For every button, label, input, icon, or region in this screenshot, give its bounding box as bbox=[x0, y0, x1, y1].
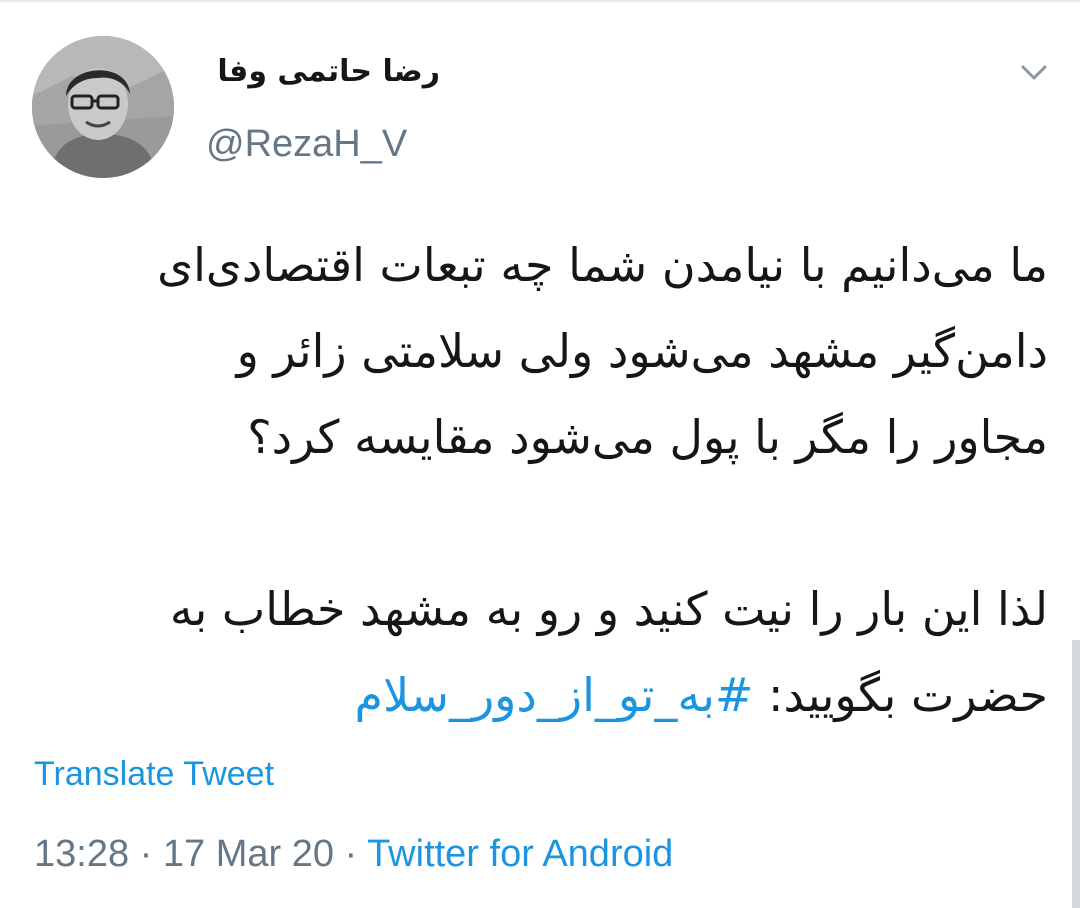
author-display-name[interactable]: رضا حاتمی وفا bbox=[200, 52, 440, 92]
hashtag-link[interactable]: #به_تو_از_دور_سلام bbox=[354, 668, 753, 722]
meta-separator: · bbox=[344, 833, 358, 875]
tweet-text-line: ما می‌دانیم با نیامدن شما چه تبعات اقتصا… bbox=[157, 238, 1048, 292]
tweet-text-line: لذا این بار را نیت کنید و رو به مشهد خطا… bbox=[169, 582, 1048, 636]
scrollbar[interactable] bbox=[1072, 640, 1080, 908]
meta-separator: · bbox=[139, 833, 153, 875]
translate-tweet-link[interactable]: Translate Tweet bbox=[34, 752, 274, 796]
user-avatar-icon bbox=[32, 36, 174, 178]
tweet-text-fragment: حضرت بگویید: bbox=[753, 668, 1048, 722]
tweet-meta: 13:28 · 17 Mar 20 · Twitter for Android bbox=[34, 830, 673, 878]
tweet-source-link[interactable]: Twitter for Android bbox=[367, 833, 673, 875]
tweet-last-line: حضرت بگویید: #به_تو_از_دور_سلام bbox=[40, 652, 1048, 738]
tweet-time[interactable]: 13:28 bbox=[34, 833, 129, 875]
tweet-body: ما می‌دانیم با نیامدن شما چه تبعات اقتصا… bbox=[40, 222, 1048, 738]
tweet-text-line: دامن‌گیر مشهد می‌شود ولی سلامتی زائر و bbox=[236, 324, 1048, 378]
chevron-down-icon bbox=[1021, 65, 1047, 80]
tweet-text-line: مجاور را مگر با پول می‌شود مقایسه کرد؟ bbox=[247, 410, 1048, 464]
tweet-date[interactable]: 17 Mar 20 bbox=[163, 833, 334, 875]
top-divider bbox=[0, 0, 1080, 2]
tweet-menu-button[interactable] bbox=[1014, 58, 1054, 88]
avatar[interactable] bbox=[32, 36, 174, 178]
author-handle[interactable]: @RezaH_V bbox=[206, 122, 407, 166]
